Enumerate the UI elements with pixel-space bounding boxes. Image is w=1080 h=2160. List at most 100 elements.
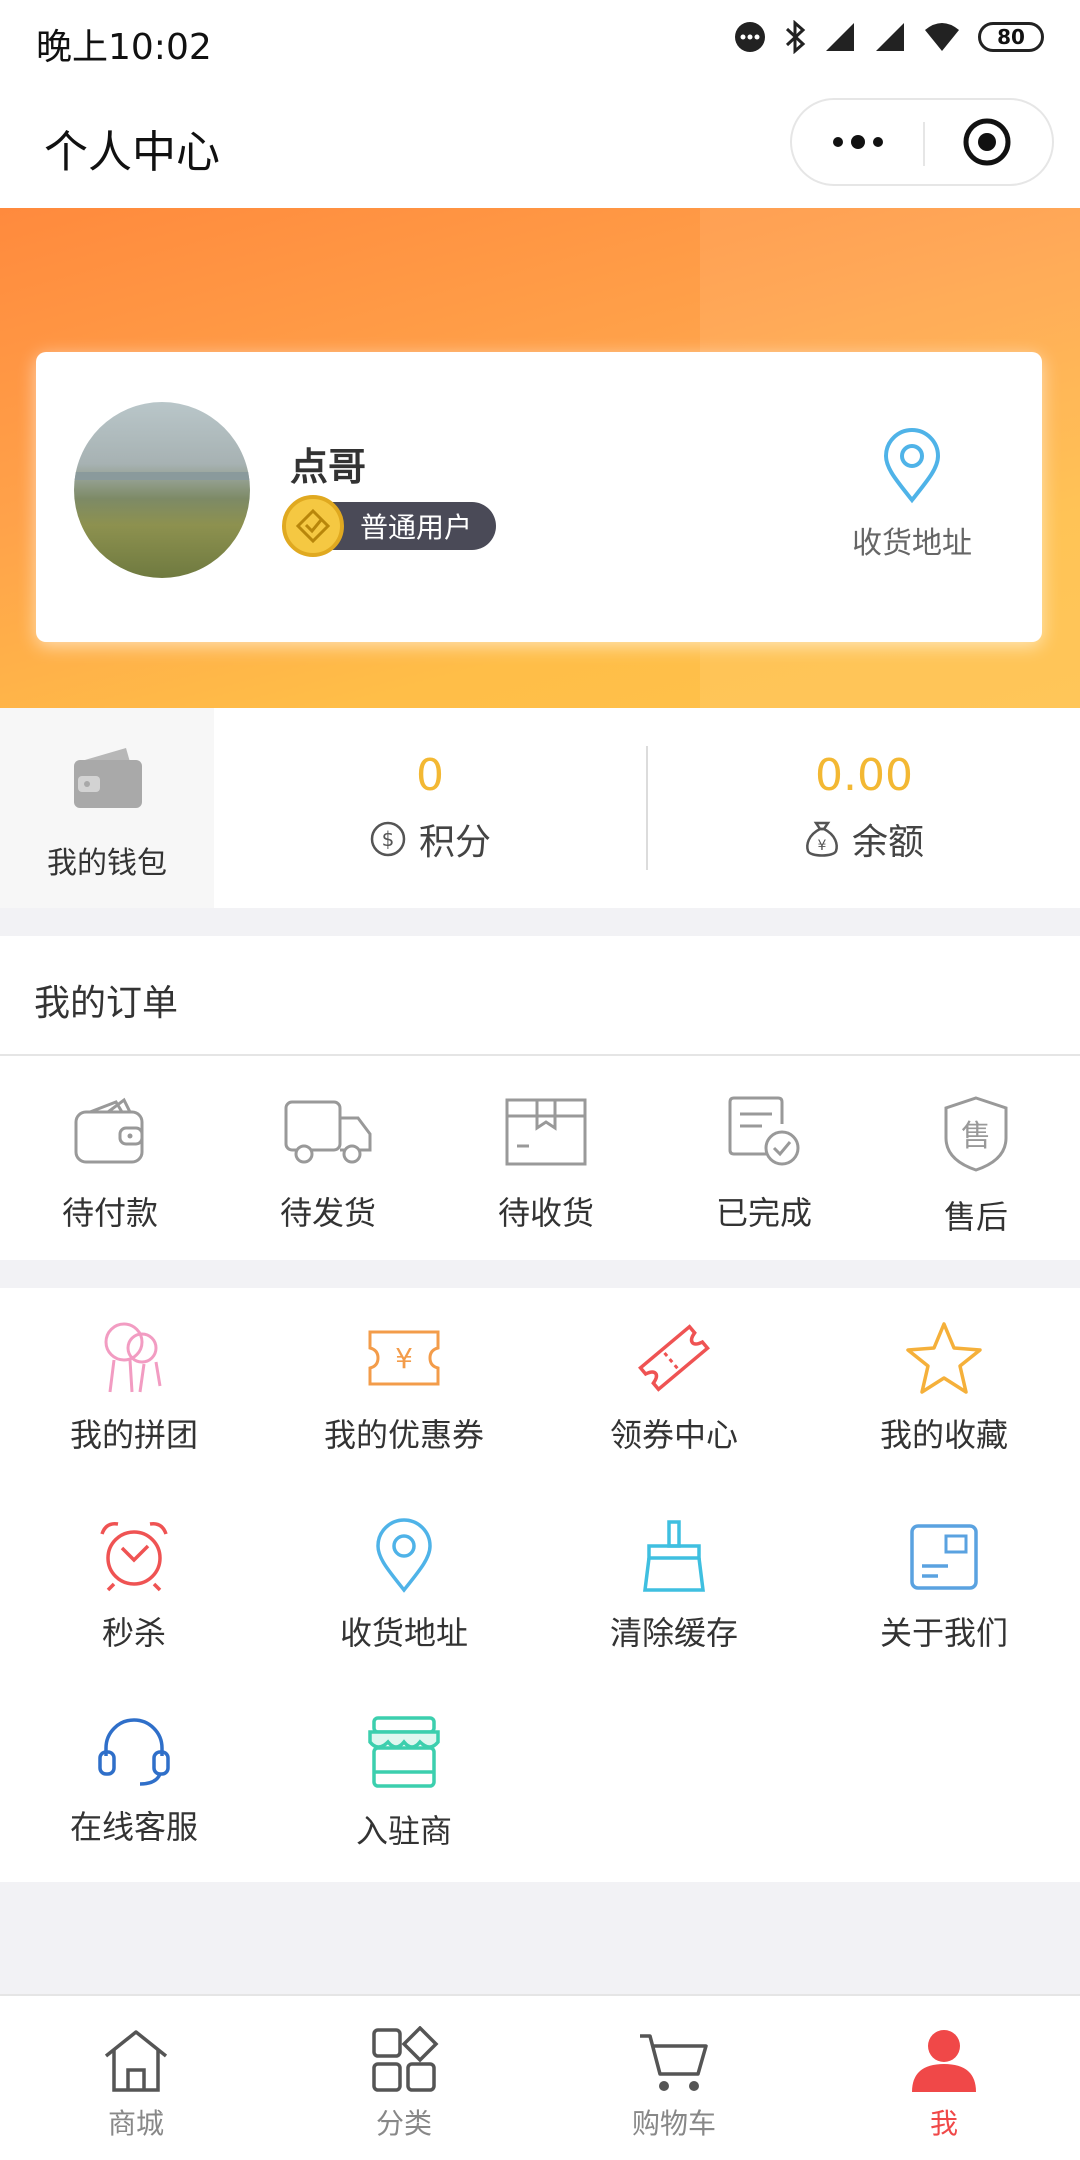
wifi-icon — [925, 23, 959, 51]
svg-text:$: $ — [382, 827, 395, 851]
target-close-icon — [963, 118, 1010, 166]
location-pin-icon — [376, 1518, 432, 1593]
service-group-buy[interactable]: 我的拼团 — [24, 1320, 244, 1456]
service-label: 领券中心 — [609, 1416, 738, 1454]
service-coupons[interactable]: ¥ 我的优惠券 — [294, 1320, 514, 1456]
service-label: 我的优惠券 — [323, 1416, 484, 1454]
service-favorites[interactable]: 我的收藏 — [834, 1320, 1054, 1456]
after-sales-shield-icon: 售 — [944, 1096, 1008, 1172]
username: 点哥 — [290, 445, 367, 489]
services-grid: 我的拼团 ¥ 我的优惠券 领券中心 我的收藏 秒杀 收货地址 清除缓存 关于我们… — [0, 1288, 1080, 1882]
service-merchant[interactable]: 入驻商 — [294, 1712, 514, 1852]
cart-icon — [640, 2034, 708, 2091]
wallet-button[interactable]: 我的钱包 — [0, 708, 214, 908]
tab-category[interactable]: 分类 — [324, 2025, 484, 2142]
tab-mall[interactable]: 商城 — [56, 2026, 216, 2142]
tab-label: 分类 — [375, 2107, 432, 2140]
service-label: 在线客服 — [69, 1808, 198, 1846]
close-button[interactable] — [921, 100, 1052, 184]
service-label: 关于我们 — [879, 1614, 1008, 1652]
service-label: 我的收藏 — [879, 1416, 1008, 1454]
star-icon — [906, 1322, 982, 1394]
order-label: 待收货 — [497, 1194, 594, 1232]
profile-banner: 点哥 普通用户 收货地址 — [0, 208, 1080, 708]
battery-indicator: 80 — [978, 22, 1044, 52]
tab-label: 商城 — [107, 2107, 164, 2140]
money-bag-icon: ¥ — [806, 821, 838, 857]
card-address-button[interactable]: 收货地址 — [842, 428, 982, 562]
wallet-label: 我的钱包 — [47, 846, 167, 881]
profile-card: 点哥 普通用户 收货地址 — [36, 352, 1042, 642]
points-stat[interactable]: 0 $ 积分 — [330, 750, 530, 865]
balance-stat[interactable]: 0.00 ¥ 余额 — [764, 750, 964, 865]
mini-program-capsule — [790, 98, 1054, 186]
more-button[interactable] — [792, 100, 923, 184]
service-coupon-center[interactable]: 领券中心 — [564, 1320, 784, 1456]
title-bar: 个人中心 — [0, 80, 1080, 208]
status-bar: 晚上10:02 80 — [0, 0, 1080, 80]
member-badge: 普通用户 — [282, 495, 497, 557]
ticket-icon — [638, 1324, 710, 1392]
service-label: 秒杀 — [101, 1614, 166, 1652]
tab-label: 购物车 — [631, 2107, 716, 2140]
more-dots-icon — [832, 135, 883, 149]
signal-icon — [876, 23, 904, 51]
service-label: 清除缓存 — [609, 1614, 738, 1652]
about-card-icon — [910, 1524, 978, 1590]
package-icon — [505, 1098, 587, 1166]
svg-text:售: 售 — [961, 1119, 991, 1154]
location-pin-icon — [883, 428, 941, 504]
points-label: 积分 — [418, 822, 491, 863]
dollar-coin-icon: $ — [370, 821, 406, 857]
broom-icon — [643, 1520, 705, 1592]
tab-me[interactable]: 我 — [864, 2026, 1024, 2142]
service-about-us[interactable]: 关于我们 — [834, 1518, 1054, 1654]
home-icon — [104, 2030, 168, 2092]
order-label: 待付款 — [61, 1194, 158, 1232]
svg-text:¥: ¥ — [395, 1342, 413, 1375]
page-title: 个人中心 — [44, 127, 220, 178]
balance-value: 0.00 — [815, 750, 913, 801]
order-pending-receipt[interactable]: 待收货 — [466, 1094, 626, 1234]
order-label: 已完成 — [715, 1194, 812, 1232]
order-label: 待发货 — [279, 1194, 376, 1232]
tab-bar: 商城 分类 购物车 我 — [0, 1994, 1080, 2160]
service-customer-support[interactable]: 在线客服 — [24, 1712, 244, 1848]
user-icon — [912, 2030, 976, 2092]
truck-icon — [284, 1100, 372, 1164]
wallet-icon — [74, 748, 142, 808]
status-time: 晚上10:02 — [36, 27, 212, 68]
group-buy-icon — [104, 1322, 162, 1393]
service-clear-cache[interactable]: 清除缓存 — [564, 1518, 784, 1654]
member-level: 普通用户 — [326, 502, 497, 550]
category-icon — [372, 2025, 439, 2092]
stat-divider — [646, 746, 648, 870]
service-flash-sale[interactable]: 秒杀 — [24, 1518, 244, 1654]
orders-section: 我的订单 待付款 待发货 待收货 已完成 售 售后 — [0, 936, 1080, 1260]
tab-cart[interactable]: 购物车 — [594, 2026, 754, 2142]
orders-title[interactable]: 我的订单 — [34, 974, 178, 1026]
order-pending-shipment[interactable]: 待发货 — [248, 1094, 408, 1234]
wallet-row: 我的钱包 0 $ 积分 0.00 ¥ 余额 — [0, 708, 1080, 908]
completed-doc-icon — [728, 1096, 800, 1166]
tab-label: 我 — [929, 2107, 958, 2140]
coupon-icon: ¥ — [368, 1330, 440, 1386]
wallet-icon — [74, 1097, 144, 1164]
headset-icon — [98, 1718, 170, 1786]
signal-icon — [826, 23, 854, 51]
store-icon — [368, 1716, 440, 1788]
card-address-label: 收货地址 — [852, 526, 972, 561]
order-after-sales[interactable]: 售 售后 — [896, 1094, 1056, 1238]
order-pending-payment[interactable]: 待付款 — [30, 1094, 190, 1234]
avatar[interactable] — [74, 402, 250, 578]
alarm-clock-icon — [100, 1521, 168, 1592]
order-label: 售后 — [943, 1198, 1008, 1236]
service-label: 我的拼团 — [69, 1416, 198, 1454]
orders-separator — [0, 1054, 1080, 1056]
member-medal-icon — [282, 495, 344, 557]
svg-text:¥: ¥ — [818, 838, 827, 854]
order-completed[interactable]: 已完成 — [684, 1094, 844, 1234]
service-address[interactable]: 收货地址 — [294, 1518, 514, 1654]
notification-dots-icon — [735, 22, 765, 52]
bluetooth-icon — [785, 20, 806, 54]
